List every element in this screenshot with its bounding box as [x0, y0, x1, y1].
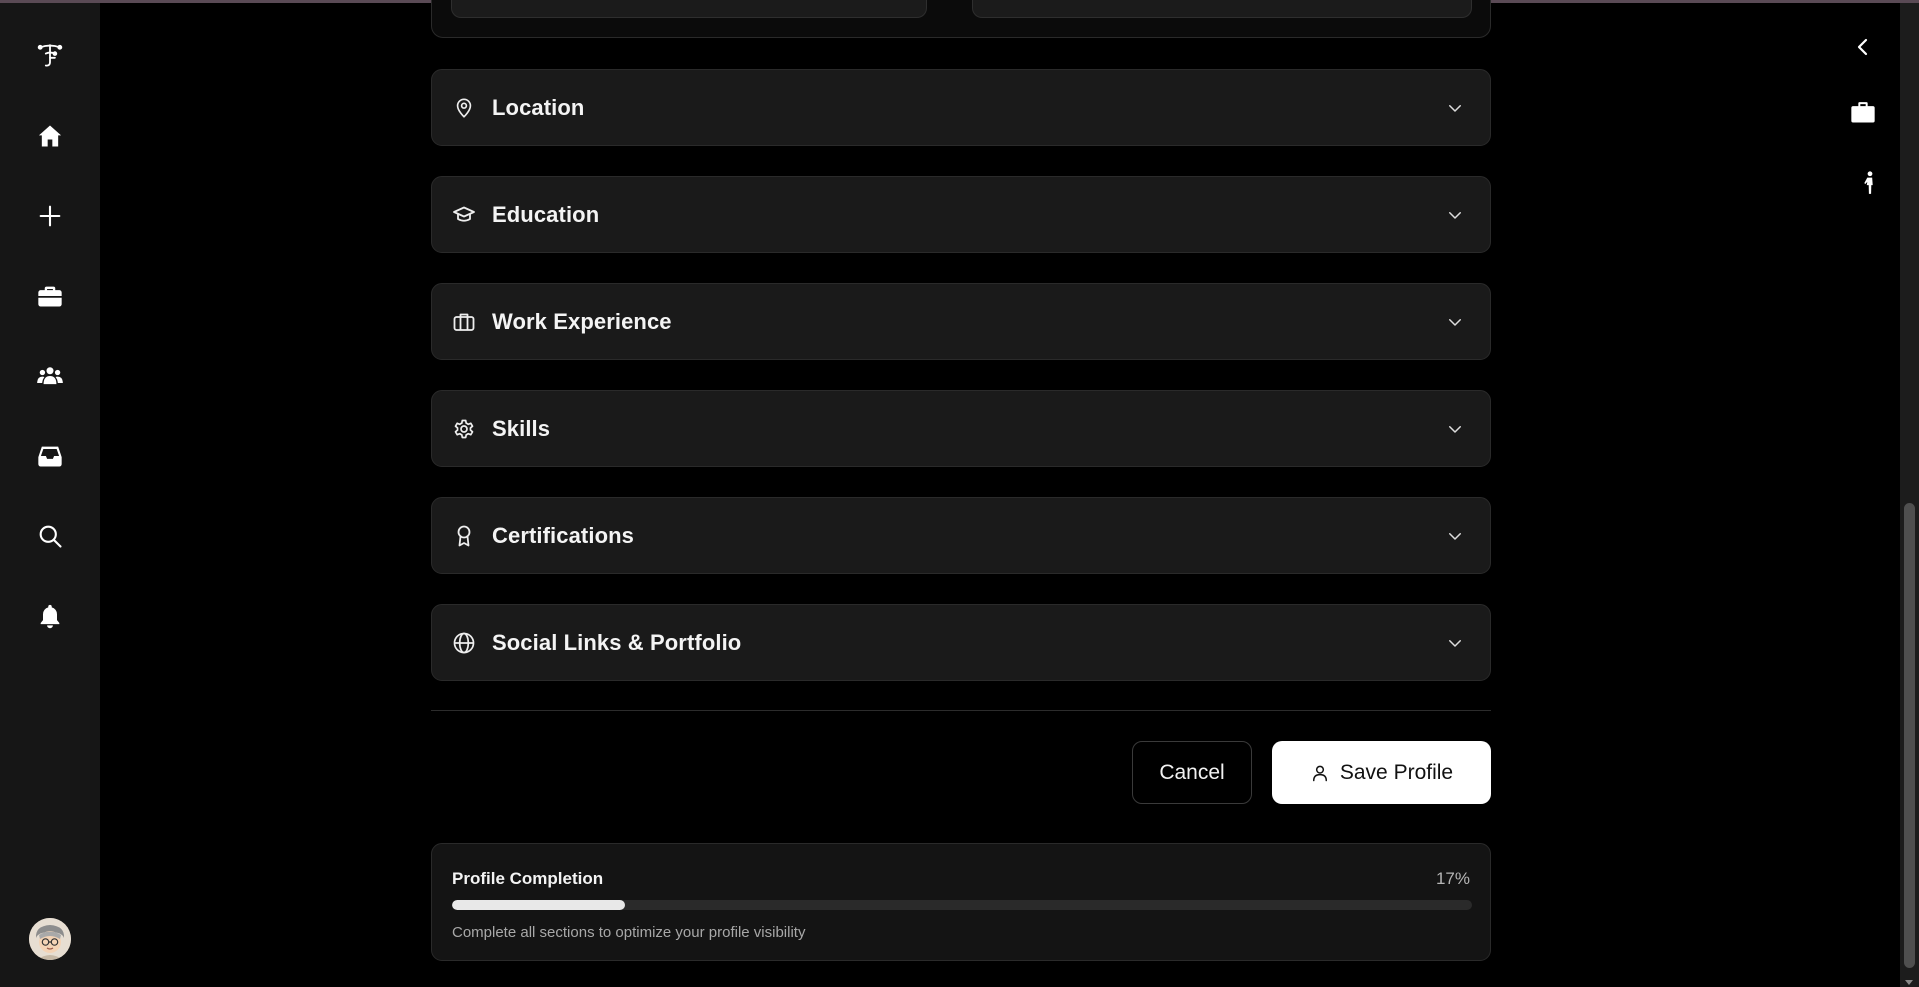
save-profile-button[interactable]: Save Profile — [1272, 741, 1491, 804]
partial-input-field[interactable] — [451, 0, 927, 18]
section-title: Skills — [492, 415, 551, 441]
scrollbar[interactable] — [1900, 3, 1919, 987]
section-location[interactable]: Location — [431, 69, 1491, 146]
gear-icon — [452, 417, 476, 441]
search-icon[interactable] — [30, 516, 70, 556]
profile-completion-card: Profile Completion 17% Complete all sect… — [431, 843, 1491, 961]
award-icon — [452, 524, 476, 548]
briefcase-icon — [452, 310, 476, 334]
scroll-down-arrow-icon[interactable] — [1905, 980, 1913, 985]
section-certifications[interactable]: Certifications — [431, 497, 1491, 574]
section-title: Education — [492, 201, 600, 227]
map-pin-icon — [452, 96, 476, 120]
section-social-links[interactable]: Social Links & Portfolio — [431, 604, 1491, 681]
logo-icon[interactable] — [30, 35, 70, 75]
chevron-down-icon[interactable] — [1444, 418, 1466, 440]
section-education[interactable]: Education — [431, 176, 1491, 253]
chevron-left-icon[interactable] — [1846, 30, 1880, 64]
user-icon — [1312, 765, 1327, 781]
chevron-down-icon[interactable] — [1444, 204, 1466, 226]
save-profile-label: Save Profile — [1339, 760, 1454, 784]
globe-icon — [452, 631, 476, 655]
chevron-down-icon[interactable] — [1444, 311, 1466, 333]
avatar[interactable] — [29, 918, 71, 960]
scrollbar-thumb[interactable] — [1904, 503, 1915, 968]
graduation-cap-icon — [452, 203, 476, 227]
profile-completion-note: Complete all sections to optimize your p… — [452, 924, 806, 941]
previous-section-card — [431, 0, 1491, 38]
profile-completion-percent: 17% — [1435, 869, 1470, 888]
section-skills[interactable]: Skills — [431, 390, 1491, 467]
section-title: Social Links & Portfolio — [492, 629, 742, 655]
progress-bar — [452, 900, 1472, 910]
people-icon[interactable] — [30, 356, 70, 396]
home-icon[interactable] — [30, 116, 70, 156]
briefcase-icon[interactable] — [30, 276, 70, 316]
plus-icon[interactable] — [30, 196, 70, 236]
cancel-button[interactable]: Cancel — [1132, 741, 1252, 804]
person-walking-icon[interactable] — [1853, 166, 1887, 200]
chevron-down-icon[interactable] — [1444, 97, 1466, 119]
chevron-down-icon[interactable] — [1444, 525, 1466, 547]
right-sidebar — [1830, 3, 1900, 987]
divider — [431, 710, 1491, 711]
left-sidebar — [0, 3, 100, 987]
chevron-down-icon[interactable] — [1444, 632, 1466, 654]
section-title: Certifications — [492, 522, 634, 548]
briefcase-icon[interactable] — [1846, 95, 1880, 129]
inbox-icon[interactable] — [30, 436, 70, 476]
profile-completion-title: Profile Completion — [452, 869, 604, 888]
section-work-experience[interactable]: Work Experience — [431, 283, 1491, 360]
partial-input-field[interactable] — [972, 0, 1472, 18]
section-title: Location — [492, 94, 585, 120]
progress-bar-fill — [452, 900, 626, 910]
bell-icon[interactable] — [30, 596, 70, 636]
section-title: Work Experience — [492, 308, 672, 334]
